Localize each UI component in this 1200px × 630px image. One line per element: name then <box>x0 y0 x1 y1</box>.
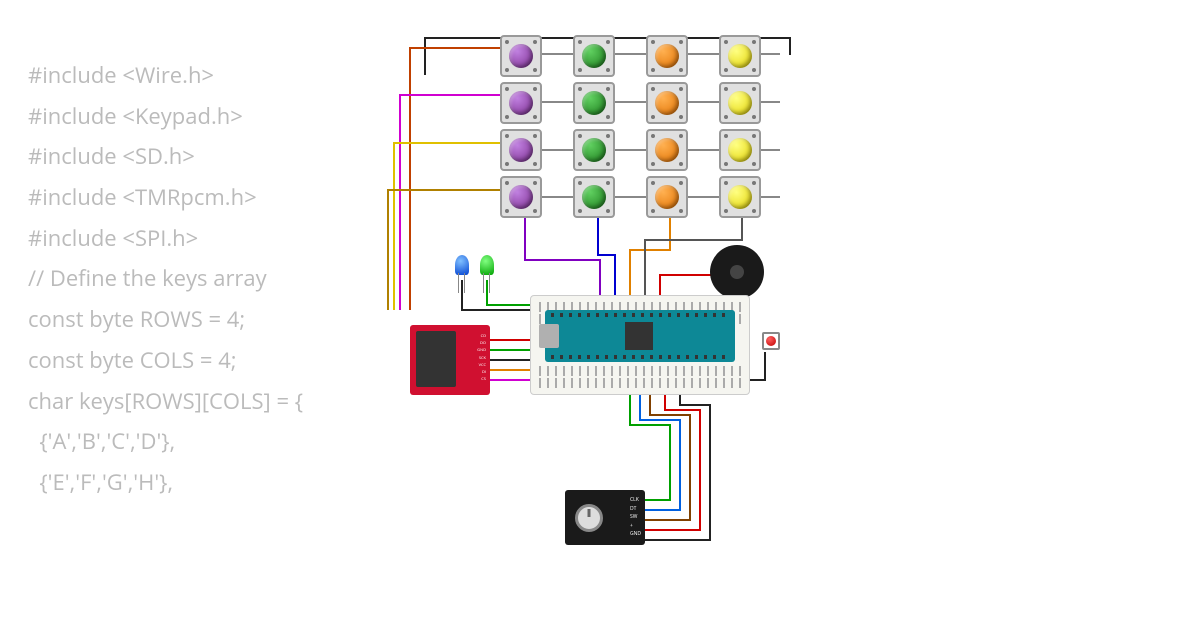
keypad-button-r0c0[interactable] <box>500 35 542 77</box>
code-line: char keys[ROWS][COLS] = { <box>28 381 303 422</box>
keypad-button-r3c0[interactable] <box>500 176 542 218</box>
keypad-button-r1c0[interactable] <box>500 82 542 124</box>
sd-card-module: CD DO GND SCK VCC DI CS <box>410 325 490 395</box>
code-line: #include <Keypad.h> <box>28 96 303 137</box>
code-snippet: #include <Wire.h> #include <Keypad.h> #i… <box>28 55 303 503</box>
button-cap <box>655 185 679 209</box>
button-cap <box>582 44 606 68</box>
code-line: const byte ROWS = 4; <box>28 299 303 340</box>
code-line: #include <TMRpcm.h> <box>28 177 303 218</box>
button-cap <box>582 185 606 209</box>
button-cap <box>728 185 752 209</box>
sd-pin-labels: CD DO GND SCK VCC DI CS <box>458 333 486 383</box>
button-cap <box>509 185 533 209</box>
keypad-button-r2c2[interactable] <box>646 129 688 171</box>
keypad-button-r1c3[interactable] <box>719 82 761 124</box>
button-cap <box>655 138 679 162</box>
keypad-button-r1c1[interactable] <box>573 82 615 124</box>
button-cap <box>509 44 533 68</box>
speaker <box>710 245 764 299</box>
button-cap <box>728 138 752 162</box>
button-cap <box>582 138 606 162</box>
led-green <box>480 255 494 275</box>
button-cap <box>655 44 679 68</box>
arduino-nano <box>545 310 735 362</box>
code-line: #include <Wire.h> <box>28 55 303 96</box>
encoder-knob-icon[interactable] <box>575 504 603 532</box>
mcu-chip-icon <box>625 322 653 350</box>
button-cap <box>728 44 752 68</box>
sd-slot-icon <box>416 331 456 387</box>
code-line: // Define the keys array <box>28 258 303 299</box>
code-line: #include <SD.h> <box>28 136 303 177</box>
button-cap <box>509 91 533 115</box>
rotary-encoder: CLK DT SW + GND <box>565 490 645 545</box>
keypad-button-r0c1[interactable] <box>573 35 615 77</box>
keypad-button-r2c1[interactable] <box>573 129 615 171</box>
code-line: #include <SPI.h> <box>28 218 303 259</box>
keypad-button-r0c2[interactable] <box>646 35 688 77</box>
button-cap <box>509 138 533 162</box>
reset-button[interactable] <box>762 332 780 350</box>
code-line: {'E','F','G','H'}, <box>28 462 303 503</box>
button-cap <box>582 91 606 115</box>
keypad-button-r0c3[interactable] <box>719 35 761 77</box>
code-line: const byte COLS = 4; <box>28 340 303 381</box>
usb-port-icon <box>539 324 559 348</box>
button-cap <box>655 91 679 115</box>
keypad-button-r3c2[interactable] <box>646 176 688 218</box>
keypad-button-r3c3[interactable] <box>719 176 761 218</box>
led-blue <box>455 255 469 275</box>
button-cap <box>728 91 752 115</box>
code-line: {'A','B','C','D'}, <box>28 421 303 462</box>
circuit-diagram: CD DO GND SCK VCC DI CS CLK DT SW + GND <box>370 30 850 580</box>
keypad-button-r2c3[interactable] <box>719 129 761 171</box>
encoder-pin-labels: CLK DT SW + GND <box>630 496 641 539</box>
keypad-button-r2c0[interactable] <box>500 129 542 171</box>
keypad-button-r1c2[interactable] <box>646 82 688 124</box>
keypad-button-r3c1[interactable] <box>573 176 615 218</box>
